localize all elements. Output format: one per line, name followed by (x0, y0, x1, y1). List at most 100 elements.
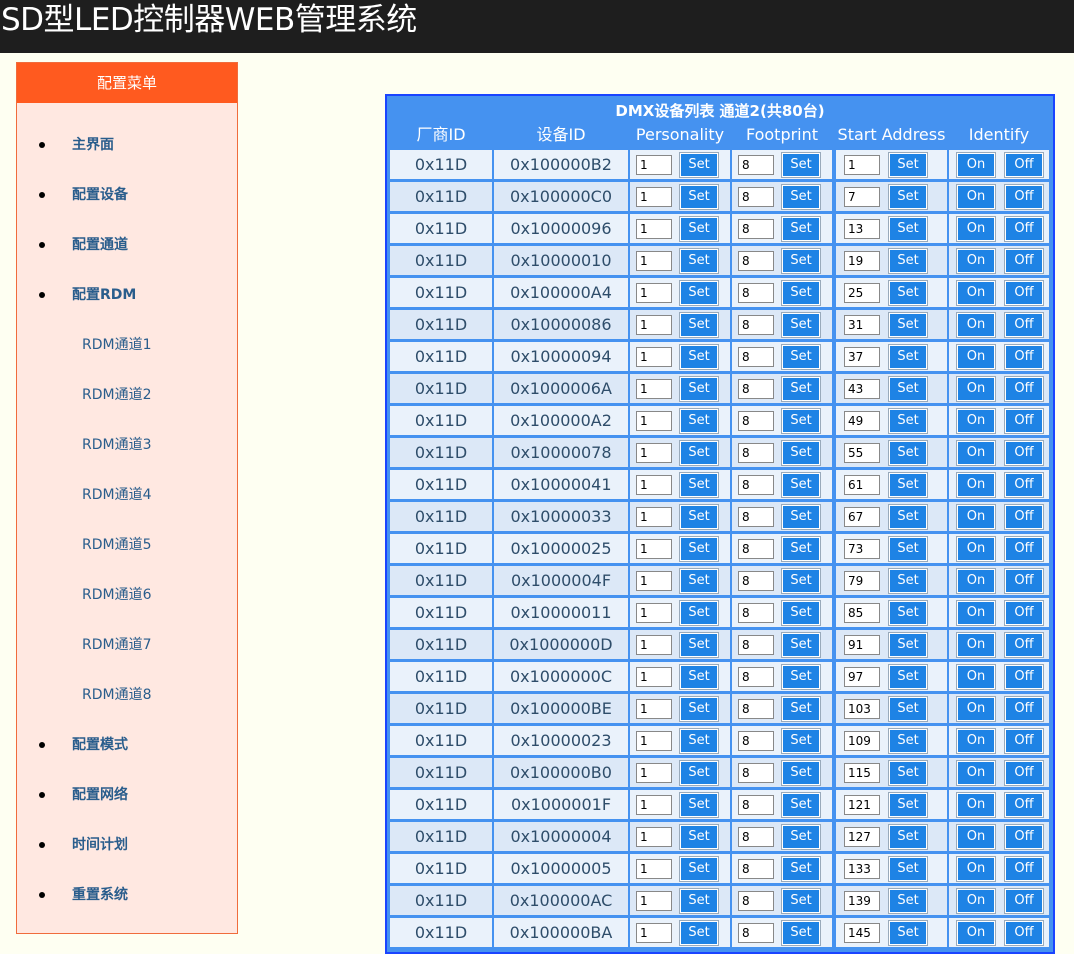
identify-off-button[interactable]: Off (1004, 184, 1044, 210)
footprint-input[interactable]: 8 (738, 315, 774, 335)
personality-set-button[interactable]: Set (679, 920, 719, 946)
personality-input[interactable]: 1 (636, 283, 672, 303)
personality-input[interactable]: 1 (636, 315, 672, 335)
footprint-input[interactable]: 8 (738, 699, 774, 719)
footprint-set-button[interactable]: Set (781, 184, 821, 210)
footprint-set-button[interactable]: Set (781, 856, 821, 882)
start-address-input[interactable]: 85 (844, 603, 880, 623)
start-address-set-button[interactable]: Set (888, 504, 928, 530)
personality-input[interactable]: 1 (636, 379, 672, 399)
start-address-set-button[interactable]: Set (888, 696, 928, 722)
identify-on-button[interactable]: On (956, 536, 996, 562)
start-address-set-button[interactable]: Set (888, 824, 928, 850)
start-address-input[interactable]: 91 (844, 635, 880, 655)
start-address-set-button[interactable]: Set (888, 664, 928, 690)
footprint-set-button[interactable]: Set (781, 696, 821, 722)
personality-set-button[interactable]: Set (679, 344, 719, 370)
start-address-set-button[interactable]: Set (888, 760, 928, 786)
personality-input[interactable]: 1 (636, 571, 672, 591)
start-address-input[interactable]: 79 (844, 571, 880, 591)
footprint-input[interactable]: 8 (738, 539, 774, 559)
start-address-set-button[interactable]: Set (888, 280, 928, 306)
identify-on-button[interactable]: On (956, 888, 996, 914)
footprint-input[interactable]: 8 (738, 827, 774, 847)
footprint-set-button[interactable]: Set (781, 344, 821, 370)
personality-set-button[interactable]: Set (679, 440, 719, 466)
identify-on-button[interactable]: On (956, 920, 996, 946)
sidebar-item-8[interactable]: RDM通道4 (17, 480, 237, 510)
identify-off-button[interactable]: Off (1004, 760, 1044, 786)
identify-off-button[interactable]: Off (1004, 920, 1044, 946)
start-address-input[interactable]: 13 (844, 219, 880, 239)
personality-input[interactable]: 1 (636, 667, 672, 687)
identify-off-button[interactable]: Off (1004, 888, 1044, 914)
footprint-input[interactable]: 8 (738, 923, 774, 943)
footprint-input[interactable]: 8 (738, 411, 774, 431)
start-address-input[interactable]: 127 (844, 827, 880, 847)
sidebar-item-4[interactable]: 配置RDM (17, 280, 237, 310)
personality-set-button[interactable]: Set (679, 376, 719, 402)
start-address-input[interactable]: 43 (844, 379, 880, 399)
footprint-input[interactable]: 8 (738, 603, 774, 623)
identify-off-button[interactable]: Off (1004, 856, 1044, 882)
identify-on-button[interactable]: On (956, 248, 996, 274)
start-address-input[interactable]: 139 (844, 891, 880, 911)
personality-input[interactable]: 1 (636, 187, 672, 207)
identify-on-button[interactable]: On (956, 760, 996, 786)
sidebar-item-14[interactable]: 配置网络 (17, 780, 237, 810)
personality-input[interactable]: 1 (636, 219, 672, 239)
personality-set-button[interactable]: Set (679, 472, 719, 498)
footprint-set-button[interactable]: Set (781, 312, 821, 338)
start-address-input[interactable]: 31 (844, 315, 880, 335)
start-address-input[interactable]: 73 (844, 539, 880, 559)
identify-off-button[interactable]: Off (1004, 536, 1044, 562)
footprint-input[interactable]: 8 (738, 795, 774, 815)
sidebar-item-6[interactable]: RDM通道2 (17, 380, 237, 410)
personality-set-button[interactable]: Set (679, 632, 719, 658)
personality-input[interactable]: 1 (636, 155, 672, 175)
footprint-set-button[interactable]: Set (781, 376, 821, 402)
start-address-input[interactable]: 55 (844, 443, 880, 463)
identify-on-button[interactable]: On (956, 312, 996, 338)
sidebar-item-10[interactable]: RDM通道6 (17, 580, 237, 610)
personality-input[interactable]: 1 (636, 763, 672, 783)
start-address-set-button[interactable]: Set (888, 568, 928, 594)
identify-on-button[interactable]: On (956, 152, 996, 178)
identify-on-button[interactable]: On (956, 216, 996, 242)
start-address-input[interactable]: 7 (844, 187, 880, 207)
start-address-set-button[interactable]: Set (888, 536, 928, 562)
footprint-input[interactable]: 8 (738, 347, 774, 367)
start-address-set-button[interactable]: Set (888, 152, 928, 178)
personality-set-button[interactable]: Set (679, 728, 719, 754)
identify-off-button[interactable]: Off (1004, 408, 1044, 434)
footprint-set-button[interactable]: Set (781, 248, 821, 274)
start-address-input[interactable]: 19 (844, 251, 880, 271)
personality-set-button[interactable]: Set (679, 248, 719, 274)
identify-on-button[interactable]: On (956, 632, 996, 658)
start-address-set-button[interactable]: Set (888, 472, 928, 498)
personality-set-button[interactable]: Set (679, 792, 719, 818)
footprint-set-button[interactable]: Set (781, 888, 821, 914)
footprint-set-button[interactable]: Set (781, 152, 821, 178)
identify-off-button[interactable]: Off (1004, 440, 1044, 466)
sidebar-item-2[interactable]: 配置设备 (17, 180, 237, 210)
start-address-set-button[interactable]: Set (888, 248, 928, 274)
personality-set-button[interactable]: Set (679, 280, 719, 306)
personality-set-button[interactable]: Set (679, 536, 719, 562)
footprint-set-button[interactable]: Set (781, 664, 821, 690)
start-address-input[interactable]: 109 (844, 731, 880, 751)
footprint-set-button[interactable]: Set (781, 280, 821, 306)
start-address-input[interactable]: 145 (844, 923, 880, 943)
footprint-input[interactable]: 8 (738, 731, 774, 751)
footprint-set-button[interactable]: Set (781, 600, 821, 626)
sidebar-item-13[interactable]: 配置模式 (17, 730, 237, 760)
personality-input[interactable]: 1 (636, 635, 672, 655)
start-address-input[interactable]: 25 (844, 283, 880, 303)
identify-off-button[interactable]: Off (1004, 216, 1044, 242)
footprint-input[interactable]: 8 (738, 763, 774, 783)
start-address-input[interactable]: 37 (844, 347, 880, 367)
personality-set-button[interactable]: Set (679, 600, 719, 626)
start-address-set-button[interactable]: Set (888, 440, 928, 466)
identify-on-button[interactable]: On (956, 728, 996, 754)
footprint-input[interactable]: 8 (738, 379, 774, 399)
